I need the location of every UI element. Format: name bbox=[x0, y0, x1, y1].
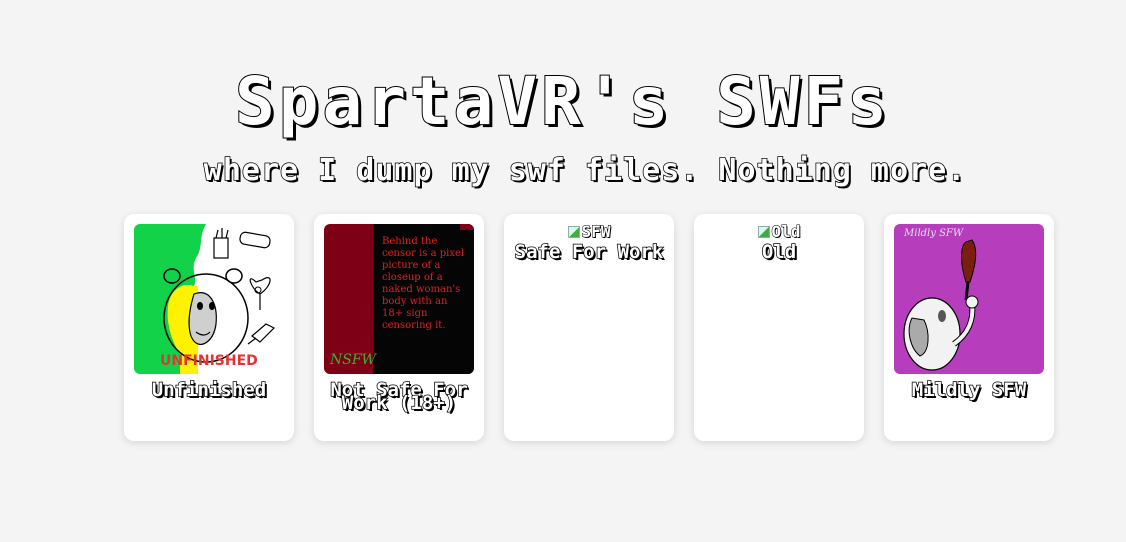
broken-image-icon bbox=[757, 226, 770, 238]
unfinished-stamp: UNFINISHED bbox=[160, 353, 258, 369]
mildly-sfw-thumbnail[interactable]: Mildly SFW bbox=[894, 224, 1044, 374]
censor-caption: Behind the censor is a pixel picture of … bbox=[382, 236, 465, 331]
card-label[interactable]: Old bbox=[704, 242, 854, 263]
mildly-sfw-drawing bbox=[894, 224, 1044, 374]
mildly-sfw-mark: Mildly SFW bbox=[904, 228, 964, 239]
nsfw-mark: NSFW bbox=[330, 352, 376, 368]
unfinished-thumbnail[interactable]: UNFINISHED bbox=[134, 224, 284, 374]
card-label[interactable]: Not Safe For Work (18+) bbox=[324, 380, 474, 414]
image-alt-text: Old bbox=[771, 222, 801, 241]
category-card-mildly-sfw[interactable]: Mildly SFW Mildly SFW bbox=[884, 214, 1054, 441]
broken-image-sfw[interactable]: SFW bbox=[567, 222, 611, 241]
card-label[interactable]: Mildly SFW bbox=[894, 380, 1044, 401]
page-subtitle: where I dump my swf files. Nothing more. bbox=[203, 152, 967, 189]
unfinished-drawing bbox=[134, 224, 276, 374]
category-card-old[interactable]: Old Old bbox=[694, 214, 864, 441]
broken-image-old[interactable]: Old bbox=[757, 222, 801, 241]
category-card-nsfw[interactable]: Behind the censor is a pixel picture of … bbox=[314, 214, 484, 441]
page-title: SpartaVR's SWFs bbox=[234, 62, 892, 141]
card-label[interactable]: Unfinished bbox=[134, 380, 284, 401]
category-grid: UNFINISHED Unfinished Behind the censor … bbox=[124, 214, 1054, 441]
category-card-sfw[interactable]: SFW Safe For Work bbox=[504, 214, 674, 441]
category-card-unfinished[interactable]: UNFINISHED Unfinished bbox=[124, 214, 294, 441]
nsfw-thumbnail[interactable]: Behind the censor is a pixel picture of … bbox=[324, 224, 474, 374]
broken-image-icon bbox=[567, 226, 580, 238]
card-label[interactable]: Safe For Work bbox=[514, 242, 664, 263]
image-alt-text: SFW bbox=[581, 222, 611, 241]
